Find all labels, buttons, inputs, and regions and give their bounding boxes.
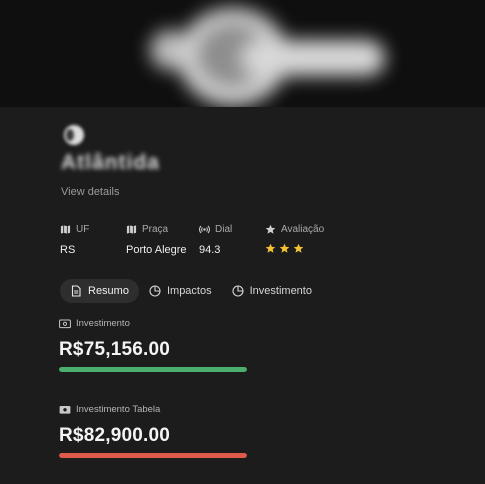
- metric-investimento-bar-fill: [59, 367, 247, 372]
- metric-investimento-value: R$75,156.00: [59, 339, 171, 360]
- money-refresh-icon: [59, 319, 71, 328]
- info-value-praca: Porto Alegre: [126, 244, 187, 256]
- metric-investimento-tabela-value: R$82,900.00: [59, 425, 171, 446]
- star-icon: [279, 243, 290, 253]
- info-uf: UF RS: [60, 222, 89, 258]
- metric-investimento-tabela-bar-fill: [59, 453, 247, 458]
- info-value-dial: 94.3: [199, 244, 221, 256]
- star-icon: [293, 243, 304, 253]
- station-name: Atlântida: [61, 151, 160, 174]
- pie-chart-icon: [232, 285, 244, 297]
- tab-resumo-label: Resumo: [88, 285, 129, 297]
- metric-investimento-label: Investimento: [76, 318, 130, 329]
- metric-investimento-bar: [59, 367, 247, 372]
- info-label-praca: Praça: [142, 223, 169, 235]
- metric-investimento: Investimento R$75,156.00: [59, 317, 249, 372]
- tab-resumo[interactable]: Resumo: [60, 279, 139, 303]
- document-icon: [71, 285, 81, 297]
- tab-impactos[interactable]: Impactos: [139, 279, 222, 303]
- map-icon: [126, 224, 137, 234]
- metric-investimento-tabela: Investimento Tabela R$82,900.00: [59, 403, 249, 458]
- star-icon: [265, 243, 276, 253]
- metric-investimento-tabela-label: Investimento Tabela: [76, 404, 161, 415]
- info-label-dial: Dial: [215, 223, 233, 235]
- star-icon: [265, 224, 276, 234]
- pie-chart-icon: [149, 285, 161, 297]
- tab-investimento[interactable]: Investimento: [222, 279, 322, 303]
- view-details-link[interactable]: View details: [61, 186, 120, 198]
- tab-impactos-label: Impactos: [166, 285, 212, 297]
- info-praca: Praça Porto Alegre: [126, 222, 187, 258]
- info-label-avaliacao: Avaliação: [281, 223, 325, 235]
- rating-stars: [265, 243, 324, 254]
- radio-signal-icon: [199, 225, 210, 233]
- info-value-uf: RS: [60, 244, 76, 256]
- tab-bar: Resumo Impactos Investimento: [60, 279, 322, 303]
- metric-investimento-tabela-bar: [59, 453, 247, 458]
- info-dial: Dial 94.3: [199, 222, 232, 258]
- info-label-uf: UF: [76, 223, 90, 235]
- station-logo-image: [150, 0, 390, 107]
- money-icon: [59, 405, 71, 414]
- station-avatar: [64, 125, 84, 145]
- cover-banner: [0, 0, 485, 107]
- info-avaliacao: Avaliação: [265, 222, 324, 254]
- map-icon: [60, 224, 71, 234]
- tab-investimento-label: Investimento: [249, 285, 312, 297]
